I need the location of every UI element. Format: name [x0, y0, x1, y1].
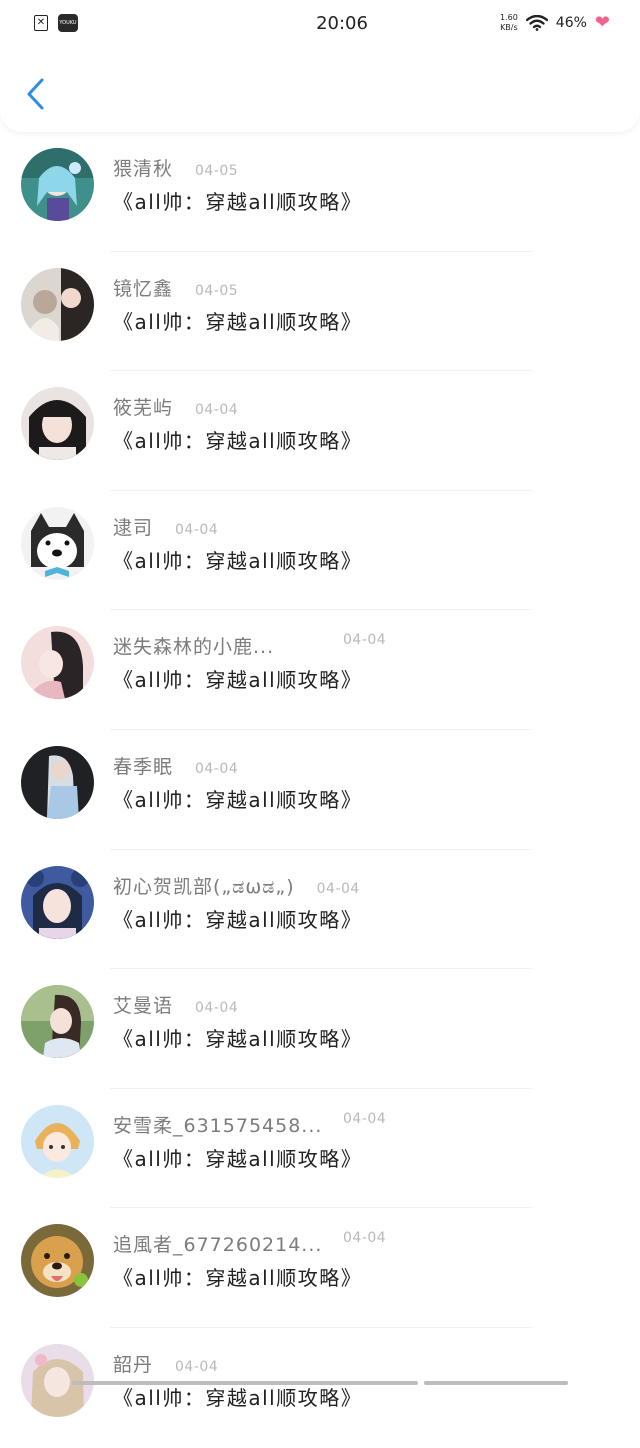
youku-app-icon: YOUKU — [58, 14, 78, 32]
status-left: ✕ YOUKU — [34, 14, 234, 32]
user-name[interactable]: 逮司 — [113, 513, 153, 540]
item-text: 追風者_677260214... 04-04 《all帅：穿越all顺攻略》 — [113, 1230, 593, 1291]
avatar[interactable] — [21, 1104, 94, 1178]
post-date: 04-04 — [195, 402, 239, 419]
avatar[interactable] — [21, 148, 94, 221]
list-item[interactable]: 筱芜屿 04-04 《all帅：穿越all顺攻略》 — [0, 371, 640, 491]
network-speed-value: 1.60 — [499, 13, 518, 22]
post-date: 04-04 — [343, 632, 387, 649]
item-text: 迷失森林的小鹿... 04-04 《all帅：穿越all顺攻略》 — [113, 632, 593, 693]
list-item[interactable]: 逮司 04-04 《all帅：穿越all顺攻略》 — [0, 491, 640, 611]
message-text: 《all帅：穿越all顺攻略》 — [113, 548, 363, 573]
list-item[interactable]: 迷失森林的小鹿... 04-04 《all帅：穿越all顺攻略》 — [0, 610, 640, 730]
wifi-icon — [525, 15, 548, 31]
message-text: 《all帅：穿越all顺攻略》 — [113, 1027, 363, 1052]
avatar[interactable] — [21, 387, 94, 461]
avatar[interactable] — [21, 506, 94, 580]
scroll-indicator-right — [424, 1381, 568, 1385]
list-item[interactable]: 安雪柔_631575458... 04-04 《all帅：穿越all顺攻略》 — [0, 1089, 640, 1209]
status-bar: ✕ YOUKU 20:06 1.60 KB/s 46% ❤ — [0, 0, 640, 46]
list-item[interactable]: 艾曼语 04-04 《all帅：穿越all顺攻略》 — [0, 969, 640, 1089]
list-item[interactable]: 追風者_677260214... 04-04 《all帅：穿越all顺攻略》 — [0, 1208, 640, 1328]
message-text: 《all帅：穿越all顺攻略》 — [113, 309, 363, 334]
list-item[interactable]: 春季眠 04-04 《all帅：穿越all顺攻略》 — [0, 730, 640, 850]
user-name[interactable]: 安雪柔_631575458... — [113, 1111, 322, 1138]
list-item[interactable]: 猥清秋 04-05 《all帅：穿越all顺攻略》 — [0, 132, 640, 252]
user-name[interactable]: 韶丹 — [113, 1350, 153, 1377]
avatar[interactable] — [21, 985, 94, 1059]
message-text: 《all帅：穿越all顺攻略》 — [113, 1146, 363, 1171]
back-button[interactable] — [18, 74, 52, 114]
item-text: 猥清秋 04-05 《all帅：穿越all顺攻略》 — [113, 154, 593, 215]
post-date: 04-04 — [175, 521, 219, 538]
list-item[interactable]: 镜忆鑫 04-05 《all帅：穿越all顺攻略》 — [0, 252, 640, 372]
post-date: 04-04 — [316, 880, 360, 897]
message-text: 《all帅：穿越all顺攻略》 — [113, 787, 363, 812]
user-name[interactable]: 猥清秋 — [113, 154, 173, 181]
nav-bar — [0, 46, 640, 132]
list-item[interactable]: 初心贺凯部(„ಡωಡ„) 04-04 《all帅：穿越all顺攻略》 — [0, 850, 640, 970]
message-text: 《all帅：穿越all顺攻略》 — [113, 1266, 363, 1291]
list-item[interactable]: 韶丹 04-04 《all帅：穿越all顺攻略》 — [0, 1328, 640, 1448]
message-text: 《all帅：穿越all顺攻略》 — [113, 190, 363, 214]
scroll-indicator-left — [72, 1381, 418, 1385]
post-date: 04-05 — [195, 163, 239, 179]
message-text: 《all帅：穿越all顺攻略》 — [113, 907, 363, 932]
post-date: 04-04 — [175, 1358, 219, 1375]
post-date: 04-04 — [343, 1230, 387, 1247]
item-text: 筱芜屿 04-04 《all帅：穿越all顺攻略》 — [113, 393, 593, 454]
battery-level: 46% — [555, 15, 587, 31]
avatar[interactable] — [21, 745, 94, 819]
post-date: 04-04 — [195, 760, 239, 777]
heart-battery-icon: ❤ — [594, 12, 610, 33]
message-text: 《all帅：穿越all顺攻略》 — [113, 429, 363, 454]
user-name[interactable]: 镜忆鑫 — [113, 274, 173, 301]
item-text: 春季眠 04-04 《all帅：穿越all顺攻略》 — [113, 752, 593, 813]
network-speed: 1.60 KB/s — [500, 13, 518, 33]
message-text: 《all帅：穿越all顺攻略》 — [113, 668, 363, 693]
item-text: 艾曼语 04-04 《all帅：穿越all顺攻略》 — [113, 991, 593, 1052]
avatar[interactable] — [21, 626, 94, 700]
user-name[interactable]: 筱芜屿 — [113, 393, 173, 420]
item-text: 初心贺凯部(„ಡωಡ„) 04-04 《all帅：穿越all顺攻略》 — [113, 872, 593, 933]
post-date: 04-04 — [195, 1000, 239, 1017]
item-text: 镜忆鑫 04-05 《all帅：穿越all顺攻略》 — [113, 274, 593, 335]
user-name[interactable]: 春季眠 — [113, 752, 173, 779]
item-text: 安雪柔_631575458... 04-04 《all帅：穿越all顺攻略》 — [113, 1111, 593, 1172]
chevron-left-icon — [27, 78, 44, 110]
post-date: 04-04 — [343, 1110, 387, 1127]
avatar[interactable] — [21, 1224, 94, 1298]
file-error-icon: ✕ — [34, 15, 48, 31]
user-name[interactable]: 艾曼语 — [113, 991, 173, 1018]
user-name[interactable]: 初心贺凯部(„ಡωಡ„) — [113, 872, 295, 899]
message-text: 《all帅：穿越all顺攻略》 — [113, 1385, 363, 1410]
post-date: 04-05 — [195, 282, 239, 299]
item-text: 逮司 04-04 《all帅：穿越all顺攻略》 — [113, 513, 593, 574]
user-name[interactable]: 追風者_677260214... — [113, 1230, 322, 1257]
user-list: 猥清秋 04-05 《all帅：穿越all顺攻略》 镜忆鑫 04-05 《all… — [0, 132, 640, 1448]
status-time: 20:06 — [316, 12, 368, 34]
status-right: 1.60 KB/s 46% ❤ — [410, 13, 610, 33]
avatar[interactable] — [21, 267, 94, 341]
network-speed-unit: KB/s — [500, 23, 518, 32]
avatar[interactable] — [21, 865, 94, 939]
user-name[interactable]: 迷失森林的小鹿... — [113, 632, 274, 659]
